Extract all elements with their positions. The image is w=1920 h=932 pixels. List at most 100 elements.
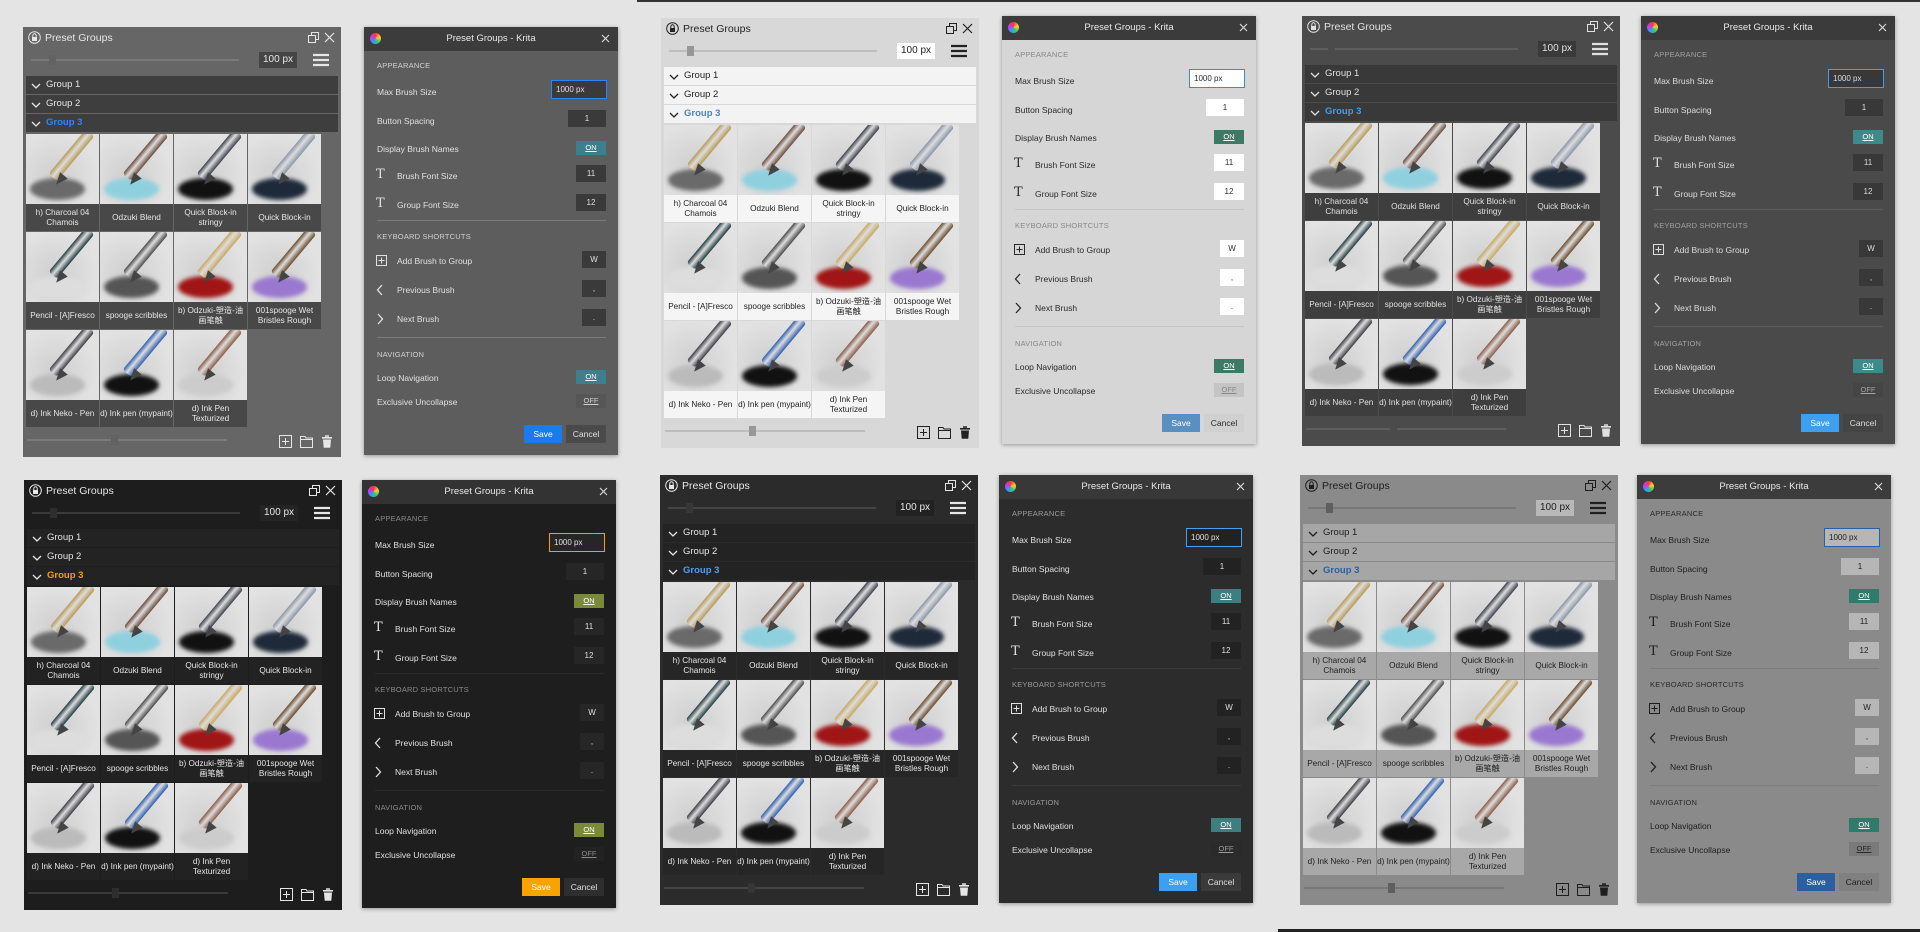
brush-preset-tile[interactable]: Quick Block-in stringy bbox=[175, 587, 248, 684]
brush-preset-tile[interactable]: spooge scribbles bbox=[1379, 221, 1452, 318]
thumbnail-size-slider[interactable] bbox=[27, 439, 227, 441]
brush-preset-tile[interactable]: d) Ink Neko - Pen bbox=[664, 321, 737, 418]
group-header-2[interactable]: Group 2 bbox=[1305, 84, 1617, 102]
brush-preset-tile[interactable]: d) Ink Neko - Pen bbox=[1305, 319, 1378, 416]
thumbnail-size-slider-handle[interactable] bbox=[112, 888, 119, 898]
docker-titlebar[interactable]: Preset Groups bbox=[1300, 475, 1618, 497]
brush-preset-tile[interactable]: spooge scribbles bbox=[737, 680, 810, 777]
button-spacing-input[interactable]: 1 bbox=[1845, 99, 1883, 116]
brush-preset-tile[interactable]: Quick Block-in bbox=[249, 587, 322, 684]
brush-preset-tile[interactable]: d) Ink pen (mypaint) bbox=[1379, 319, 1452, 416]
group-header-1[interactable]: Group 1 bbox=[27, 529, 339, 547]
folder-icon[interactable] bbox=[937, 883, 950, 899]
display-brush-names-toggle[interactable]: ON bbox=[1849, 589, 1879, 603]
brush-font-size-spinbox[interactable]: 11 bbox=[1214, 154, 1244, 171]
icon-size-slider-handle[interactable] bbox=[49, 55, 56, 65]
docker-titlebar[interactable]: Preset Groups bbox=[1302, 16, 1620, 38]
exclusive-uncollapse-toggle[interactable]: OFF bbox=[1214, 383, 1244, 397]
close-icon[interactable] bbox=[1603, 21, 1614, 35]
cancel-button[interactable]: Cancel bbox=[566, 425, 606, 443]
brush-preset-tile[interactable]: Odzuki Blend bbox=[100, 134, 173, 231]
thumbnail-size-slider-handle[interactable] bbox=[1388, 883, 1395, 893]
cancel-button[interactable]: Cancel bbox=[1843, 414, 1883, 432]
brush-preset-tile[interactable]: d) Ink pen (mypaint) bbox=[1377, 778, 1450, 875]
exclusive-uncollapse-toggle[interactable]: OFF bbox=[574, 847, 604, 861]
save-button[interactable]: Save bbox=[1801, 414, 1839, 432]
dialog-titlebar[interactable]: Preset Groups - Krita bbox=[362, 480, 616, 504]
close-icon[interactable] bbox=[325, 485, 336, 499]
group-font-size-spinbox[interactable]: 12 bbox=[1853, 183, 1883, 200]
add-brush-shortcut-field[interactable]: W bbox=[582, 251, 606, 268]
folder-icon[interactable] bbox=[300, 435, 313, 451]
next-brush-shortcut-field[interactable]: . bbox=[1220, 298, 1244, 315]
group-header-3[interactable]: Group 3 bbox=[26, 114, 338, 132]
lock-icon[interactable] bbox=[29, 484, 42, 500]
brush-preset-tile[interactable]: b) Odzuki-塑造-油画笔触 bbox=[1451, 680, 1524, 777]
add-group-icon[interactable] bbox=[279, 435, 292, 451]
brush-preset-tile[interactable]: Pencil - [A]Fresco bbox=[663, 680, 736, 777]
group-header-1[interactable]: Group 1 bbox=[663, 524, 975, 542]
icon-size-slider-handle[interactable] bbox=[1326, 503, 1333, 513]
loop-navigation-toggle[interactable]: ON bbox=[574, 823, 604, 837]
group-font-size-spinbox[interactable]: 12 bbox=[576, 194, 606, 211]
group-header-3[interactable]: Group 3 bbox=[27, 567, 339, 585]
icon-size-value[interactable]: 100 px bbox=[1538, 41, 1576, 57]
brush-preset-tile[interactable]: d) Ink Neko - Pen bbox=[663, 778, 736, 875]
display-brush-names-toggle[interactable]: ON bbox=[576, 141, 606, 155]
save-button[interactable]: Save bbox=[1162, 414, 1200, 432]
trash-icon[interactable] bbox=[321, 435, 333, 451]
icon-size-value[interactable]: 100 px bbox=[897, 43, 935, 59]
float-icon[interactable] bbox=[309, 485, 320, 499]
icon-size-value[interactable]: 100 px bbox=[896, 500, 934, 516]
brush-preset-tile[interactable]: 001spooge Wet Bristles Rough bbox=[886, 223, 959, 320]
group-header-2[interactable]: Group 2 bbox=[26, 95, 338, 113]
brush-preset-tile[interactable]: h) Charcoal 04 Chamois bbox=[664, 125, 737, 222]
trash-icon[interactable] bbox=[1600, 424, 1612, 440]
brush-preset-tile[interactable]: h) Charcoal 04 Chamois bbox=[1303, 582, 1376, 679]
brush-preset-tile[interactable]: b) Odzuki-塑造-油画笔触 bbox=[175, 685, 248, 782]
icon-size-slider[interactable] bbox=[31, 59, 239, 61]
trash-icon[interactable] bbox=[959, 426, 971, 442]
icon-size-slider[interactable] bbox=[1308, 507, 1516, 509]
max-brush-size-input[interactable]: 1000 px bbox=[1189, 69, 1245, 88]
brush-preset-tile[interactable]: Odzuki Blend bbox=[1379, 123, 1452, 220]
max-brush-size-input[interactable]: 1000 px bbox=[551, 80, 607, 99]
exclusive-uncollapse-toggle[interactable]: OFF bbox=[576, 394, 606, 408]
brush-preset-tile[interactable]: h) Charcoal 04 Chamois bbox=[27, 587, 100, 684]
folder-icon[interactable] bbox=[1577, 883, 1590, 899]
brush-preset-tile[interactable]: h) Charcoal 04 Chamois bbox=[1305, 123, 1378, 220]
cancel-button[interactable]: Cancel bbox=[1839, 873, 1879, 891]
hamburger-menu-icon[interactable] bbox=[1590, 501, 1606, 518]
add-brush-shortcut-field[interactable]: W bbox=[1859, 240, 1883, 257]
group-header-2[interactable]: Group 2 bbox=[664, 86, 976, 104]
brush-font-size-spinbox[interactable]: 11 bbox=[1853, 154, 1883, 171]
group-header-3[interactable]: Group 3 bbox=[664, 105, 976, 123]
trash-icon[interactable] bbox=[322, 888, 334, 904]
hamburger-menu-icon[interactable] bbox=[314, 506, 330, 523]
display-brush-names-toggle[interactable]: ON bbox=[1214, 130, 1244, 144]
group-header-1[interactable]: Group 1 bbox=[1303, 524, 1615, 542]
icon-size-value[interactable]: 100 px bbox=[259, 52, 297, 68]
thumbnail-size-slider-handle[interactable] bbox=[749, 426, 756, 436]
icon-size-slider-handle[interactable] bbox=[686, 503, 693, 513]
thumbnail-size-slider[interactable] bbox=[665, 430, 865, 432]
hamburger-menu-icon[interactable] bbox=[1592, 42, 1608, 59]
max-brush-size-input[interactable]: 1000 px bbox=[549, 533, 605, 552]
hamburger-menu-icon[interactable] bbox=[950, 501, 966, 518]
brush-preset-tile[interactable]: h) Charcoal 04 Chamois bbox=[663, 582, 736, 679]
folder-icon[interactable] bbox=[301, 888, 314, 904]
brush-preset-tile[interactable]: Pencil - [A]Fresco bbox=[1305, 221, 1378, 318]
next-brush-shortcut-field[interactable]: . bbox=[1859, 298, 1883, 315]
thumbnail-size-slider-handle[interactable] bbox=[111, 435, 118, 445]
brush-preset-tile[interactable]: Odzuki Blend bbox=[737, 582, 810, 679]
brush-preset-tile[interactable]: 001spooge Wet Bristles Rough bbox=[1527, 221, 1600, 318]
button-spacing-input[interactable]: 1 bbox=[1206, 99, 1244, 116]
close-icon[interactable] bbox=[962, 23, 973, 37]
display-brush-names-toggle[interactable]: ON bbox=[1211, 589, 1241, 603]
group-header-1[interactable]: Group 1 bbox=[664, 67, 976, 85]
lock-icon[interactable] bbox=[1307, 20, 1320, 36]
add-brush-shortcut-field[interactable]: W bbox=[1220, 240, 1244, 257]
exclusive-uncollapse-toggle[interactable]: OFF bbox=[1853, 383, 1883, 397]
brush-preset-tile[interactable]: d) Ink Pen Texturized bbox=[811, 778, 884, 875]
thumbnail-size-slider[interactable] bbox=[1306, 428, 1506, 430]
